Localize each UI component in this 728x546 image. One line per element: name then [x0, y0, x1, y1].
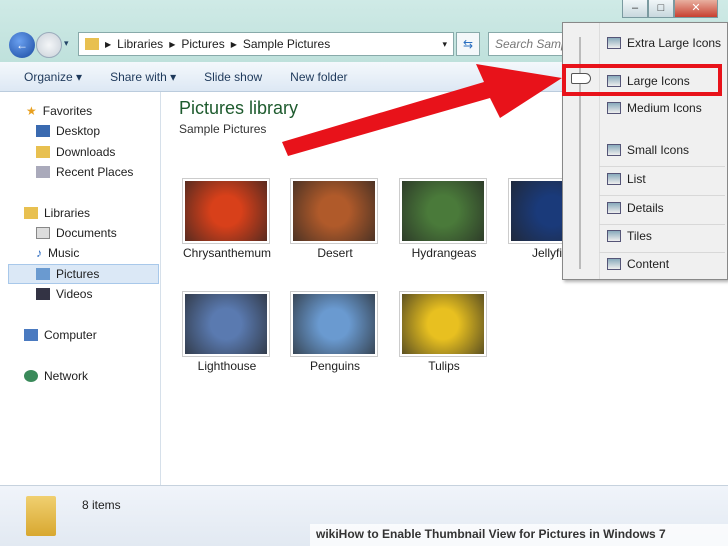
nav-computer[interactable]: Computer	[24, 326, 97, 344]
folder-icon	[26, 496, 56, 536]
music-icon: ♪	[36, 246, 42, 260]
nav-libraries[interactable]: Libraries	[24, 204, 90, 222]
view-option-label: Extra Large Icons	[627, 36, 722, 50]
view-option-label: Small Icons	[627, 143, 690, 157]
organize-button[interactable]: Organize ▾	[24, 70, 82, 84]
red-arrow-annotation	[282, 64, 562, 156]
view-option-list[interactable]: List	[607, 169, 646, 189]
file-name[interactable]: Lighthouse	[172, 359, 282, 373]
documents-icon	[36, 227, 50, 239]
view-option-extra-large-icons[interactable]: Extra Large Icons	[607, 33, 721, 53]
nav-documents[interactable]: Documents	[36, 224, 117, 242]
pictures-icon	[36, 268, 50, 280]
thumbnail-penguins[interactable]	[290, 291, 378, 357]
view-icon	[607, 202, 621, 214]
view-option-label: Content	[627, 257, 670, 271]
maximize-button[interactable]: □	[648, 0, 674, 18]
thumbnail-image	[402, 181, 484, 241]
address-bar[interactable]: ▶ Libraries ▶ Pictures ▶ Sample Pictures ▾	[78, 32, 454, 56]
highlight-annotation	[562, 64, 722, 96]
view-icon	[607, 102, 621, 114]
thumbnail-lighthouse[interactable]	[182, 291, 270, 357]
thumbnail-image	[293, 181, 375, 241]
view-option-tiles[interactable]: Tiles	[607, 226, 652, 246]
view-option-label: List	[627, 172, 646, 186]
view-option-label: Medium Icons	[627, 101, 702, 115]
nav-music[interactable]: ♪ Music	[36, 244, 79, 262]
videos-icon	[36, 288, 50, 300]
thumbnail-image	[185, 181, 267, 241]
view-option-small-icons[interactable]: Small Icons	[607, 140, 689, 160]
close-button[interactable]: ✕	[674, 0, 718, 18]
view-menu: Extra Large Icons Large Icons Medium Icons…	[562, 22, 728, 280]
item-count: 8 items	[82, 498, 121, 512]
network-icon	[24, 370, 38, 382]
thumbnail-desert[interactable]	[290, 178, 378, 244]
search-input[interactable]: Search Samp	[488, 32, 568, 56]
nav-pictures[interactable]: Pictures	[36, 265, 99, 283]
thumbnail-tulips[interactable]	[399, 291, 487, 357]
file-name[interactable]: Chrysanthemum	[172, 246, 282, 260]
crumb-pictures[interactable]: Pictures	[181, 37, 224, 51]
file-name[interactable]: Penguins	[280, 359, 390, 373]
recent-pages-dropdown[interactable]: ▾	[64, 38, 69, 49]
minimize-button[interactable]: –	[622, 0, 648, 18]
view-option-medium-icons[interactable]: Medium Icons	[607, 98, 702, 118]
thumbnail-image	[185, 294, 267, 354]
libraries-icon	[24, 207, 38, 219]
watermark: wikiHow to Enable Thumbnail View for Pic…	[310, 524, 728, 546]
folder-icon	[85, 38, 99, 50]
nav-network[interactable]: Network	[24, 367, 88, 385]
crumb-libraries[interactable]: Libraries	[117, 37, 163, 51]
downloads-icon	[36, 146, 50, 158]
nav-desktop[interactable]: Desktop	[36, 122, 100, 140]
view-option-label: Details	[627, 201, 664, 215]
file-name[interactable]: Hydrangeas	[389, 246, 499, 260]
thumbnail-chrysanthemum[interactable]	[182, 178, 270, 244]
back-button[interactable]: ←	[9, 32, 35, 58]
thumbnail-hydrangeas[interactable]	[399, 178, 487, 244]
view-icon	[607, 258, 621, 270]
view-icon	[607, 230, 621, 242]
nav-videos[interactable]: Videos	[36, 285, 92, 303]
nav-downloads[interactable]: Downloads	[36, 143, 115, 161]
share-with-button[interactable]: Share with ▾	[110, 70, 176, 84]
desktop-icon	[36, 125, 50, 137]
view-icon	[607, 144, 621, 156]
address-dropdown[interactable]: ▾	[442, 39, 447, 50]
thumbnail-image	[402, 294, 484, 354]
view-option-content[interactable]: Content	[607, 254, 669, 274]
view-option-label: Tiles	[627, 229, 652, 243]
crumb-sample-pictures[interactable]: Sample Pictures	[243, 37, 330, 51]
library-subtitle: Sample Pictures	[179, 122, 267, 136]
slide-show-button[interactable]: Slide show	[204, 70, 262, 84]
star-icon: ★	[26, 104, 37, 118]
view-option-details[interactable]: Details	[607, 198, 664, 218]
nav-favorites[interactable]: ★ Favorites	[26, 102, 92, 120]
file-name[interactable]: Tulips	[389, 359, 499, 373]
view-icon	[607, 173, 621, 185]
file-name[interactable]: Desert	[280, 246, 390, 260]
recent-places-icon	[36, 166, 50, 178]
navigation-pane: ★ Favorites Desktop Downloads Recent Plac…	[0, 92, 161, 485]
nav-recent-places[interactable]: Recent Places	[36, 163, 133, 181]
forward-button[interactable]	[36, 32, 62, 58]
thumbnail-image	[293, 294, 375, 354]
view-icon	[607, 37, 621, 49]
computer-icon	[24, 329, 38, 341]
refresh-button[interactable]: ⇆	[456, 32, 480, 56]
